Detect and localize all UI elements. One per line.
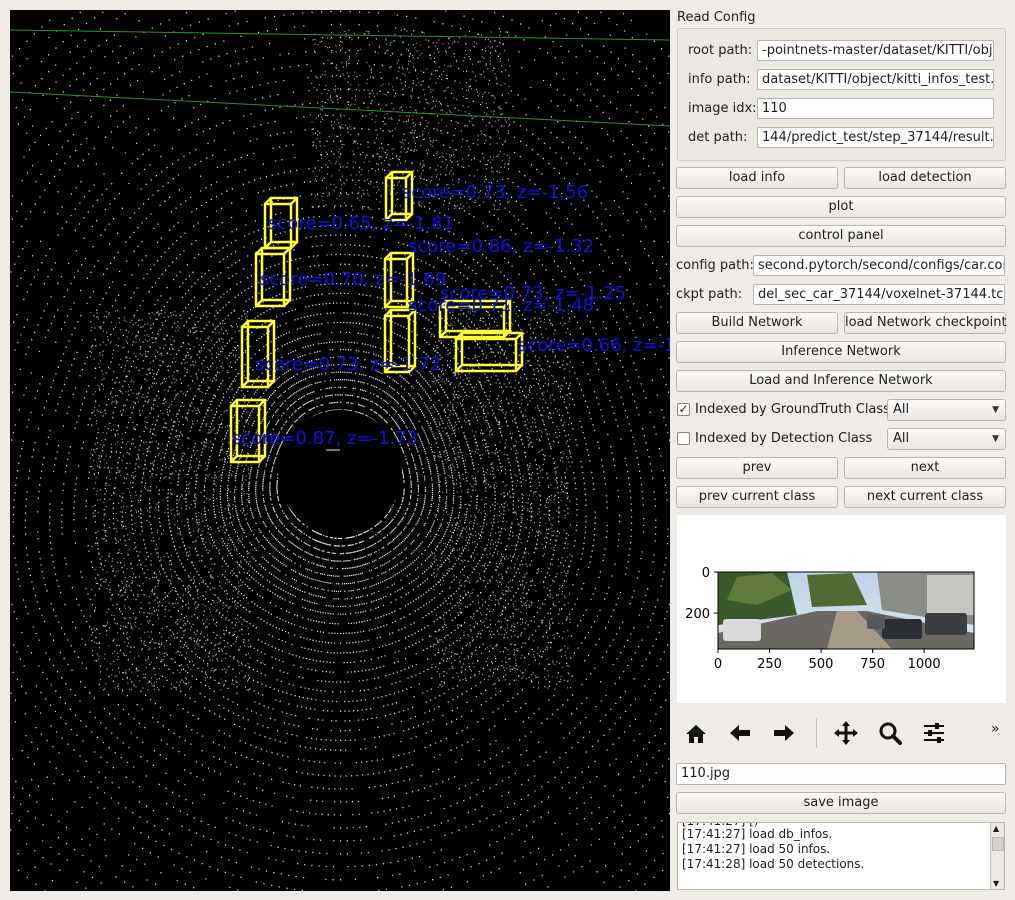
root-path-label: root path: — [688, 43, 753, 58]
pan-icon[interactable] — [832, 718, 860, 748]
toolbar-overflow-button[interactable]: » — [991, 721, 1000, 737]
load-detection-button[interactable]: load detection — [844, 167, 1006, 189]
build-network-button[interactable]: Build Network — [676, 312, 838, 334]
chevron-down-icon: ▼ — [992, 405, 999, 415]
detection-label: score=0.66, z=-1.63 — [518, 335, 670, 356]
forward-arrow-icon[interactable] — [770, 718, 798, 748]
detection-box — [454, 331, 524, 373]
ckpt-path-label: ckpt path: — [676, 287, 743, 302]
back-arrow-icon[interactable] — [726, 718, 754, 748]
control-panel-button[interactable]: control panel — [676, 225, 1006, 247]
plot-button[interactable]: plot — [676, 196, 1006, 218]
image-preview-plot: 0 250 500 750 1000 0 200 — [677, 515, 1006, 703]
scroll-up-icon[interactable]: ▲ — [993, 824, 999, 833]
next-button[interactable]: next — [844, 457, 1006, 479]
toolbar-separator — [816, 718, 817, 748]
chevron-down-icon: ▼ — [992, 434, 999, 444]
camera-image — [718, 572, 974, 649]
y-tick-label: 200 — [685, 607, 710, 622]
point-cloud-canvas: score=0.73, z=-1.56score=0.65, z=-1.81sc… — [10, 10, 670, 891]
x-tick-label: 250 — [757, 657, 782, 672]
detection-label: score=0.86, z=-1.32 — [408, 236, 594, 257]
prev-class-button[interactable]: prev current class — [676, 486, 838, 508]
log-line: [17:41:28] load 50 detections. — [682, 857, 865, 871]
config-path-input[interactable]: second.pytorch/second/configs/car.config — [753, 255, 1005, 276]
save-image-button[interactable]: save image — [676, 792, 1006, 814]
prev-button[interactable]: prev — [676, 457, 838, 479]
gt-class-label: Indexed by GroundTruth Class — [695, 402, 890, 417]
detection-labels: score=0.73, z=-1.56score=0.65, z=-1.81sc… — [232, 182, 670, 449]
det-class-select-value: All — [893, 431, 910, 446]
ckpt-path-input[interactable]: del_sec_car_37144/voxelnet-37144.tckpt — [753, 284, 1005, 305]
log-line: [17:41:27] load db_infos. — [682, 827, 833, 841]
gt-class-select-value: All — [893, 402, 910, 417]
scroll-down-icon[interactable]: ▼ — [993, 879, 999, 888]
detection-label: score=0.87, z=-1.73 — [232, 428, 418, 449]
image-idx-label: image idx: — [688, 101, 757, 116]
x-tick-label: 1000 — [908, 657, 941, 672]
detection-label: score=0.73, z=-1.72 — [255, 354, 441, 375]
x-tick-label: 500 — [809, 657, 834, 672]
root-path-input[interactable]: -pointnets-master/dataset/KITTI/object — [757, 40, 994, 61]
config-path-label: config path: — [676, 258, 754, 273]
lidar-points — [10, 10, 670, 891]
read-config-title: Read Config — [677, 10, 756, 25]
inference-network-button[interactable]: Inference Network — [676, 341, 1006, 363]
load-checkpoint-button[interactable]: load Network checkpoint — [844, 312, 1007, 334]
point-cloud-viewport[interactable]: score=0.73, z=-1.56 score=0.65, z=-1.81 sc… — [10, 10, 670, 891]
detection-label: score=0.70, z=-1.69 — [260, 269, 446, 290]
gt-class-checkbox[interactable]: ✓ — [677, 403, 690, 416]
detection-label: score=0.73, z=-1.56 — [402, 182, 588, 203]
detection-label: score=0.71, z=-1.48 — [408, 295, 594, 316]
horizon-line — [10, 29, 670, 41]
log-scrollbar[interactable]: ▲ ▼ — [990, 823, 1004, 889]
home-icon[interactable] — [682, 718, 710, 748]
zoom-icon[interactable] — [876, 718, 904, 748]
next-class-button[interactable]: next current class — [844, 486, 1006, 508]
horizon-line — [10, 91, 670, 127]
detection-label: score=0.65, z=-1.81 — [268, 213, 454, 234]
det-class-label: Indexed by Detection Class — [695, 431, 873, 446]
y-tick-label: 0 — [702, 566, 710, 581]
image-idx-input[interactable]: 110 — [757, 98, 994, 119]
det-class-checkbox[interactable] — [677, 432, 690, 445]
x-tick-label: 750 — [860, 657, 885, 672]
log-output[interactable]: [17:41:27] [) [17:41:27] load db_infos. … — [677, 822, 1005, 890]
scroll-thumb[interactable] — [992, 837, 1004, 851]
info-path-label: info path: — [688, 72, 751, 87]
log-line: [17:41:27] load 50 infos. — [682, 842, 831, 856]
configure-icon[interactable] — [920, 718, 948, 748]
filename-input[interactable]: 110.jpg — [676, 763, 1006, 785]
gt-class-select[interactable]: All ▼ — [887, 399, 1006, 421]
det-path-input[interactable]: 144/predict_test/step_37144/result.pkl — [757, 127, 994, 148]
info-path-input[interactable]: dataset/KITTI/object/kitti_infos_test.pk… — [757, 69, 994, 90]
image-preview-canvas: 0 250 500 750 1000 0 200 — [685, 566, 975, 672]
det-class-select[interactable]: All ▼ — [887, 428, 1006, 450]
det-path-label: det path: — [688, 130, 748, 145]
load-and-inference-button[interactable]: Load and Inference Network — [676, 370, 1006, 392]
x-tick-label: 0 — [714, 657, 722, 672]
load-info-button[interactable]: load info — [676, 167, 838, 189]
